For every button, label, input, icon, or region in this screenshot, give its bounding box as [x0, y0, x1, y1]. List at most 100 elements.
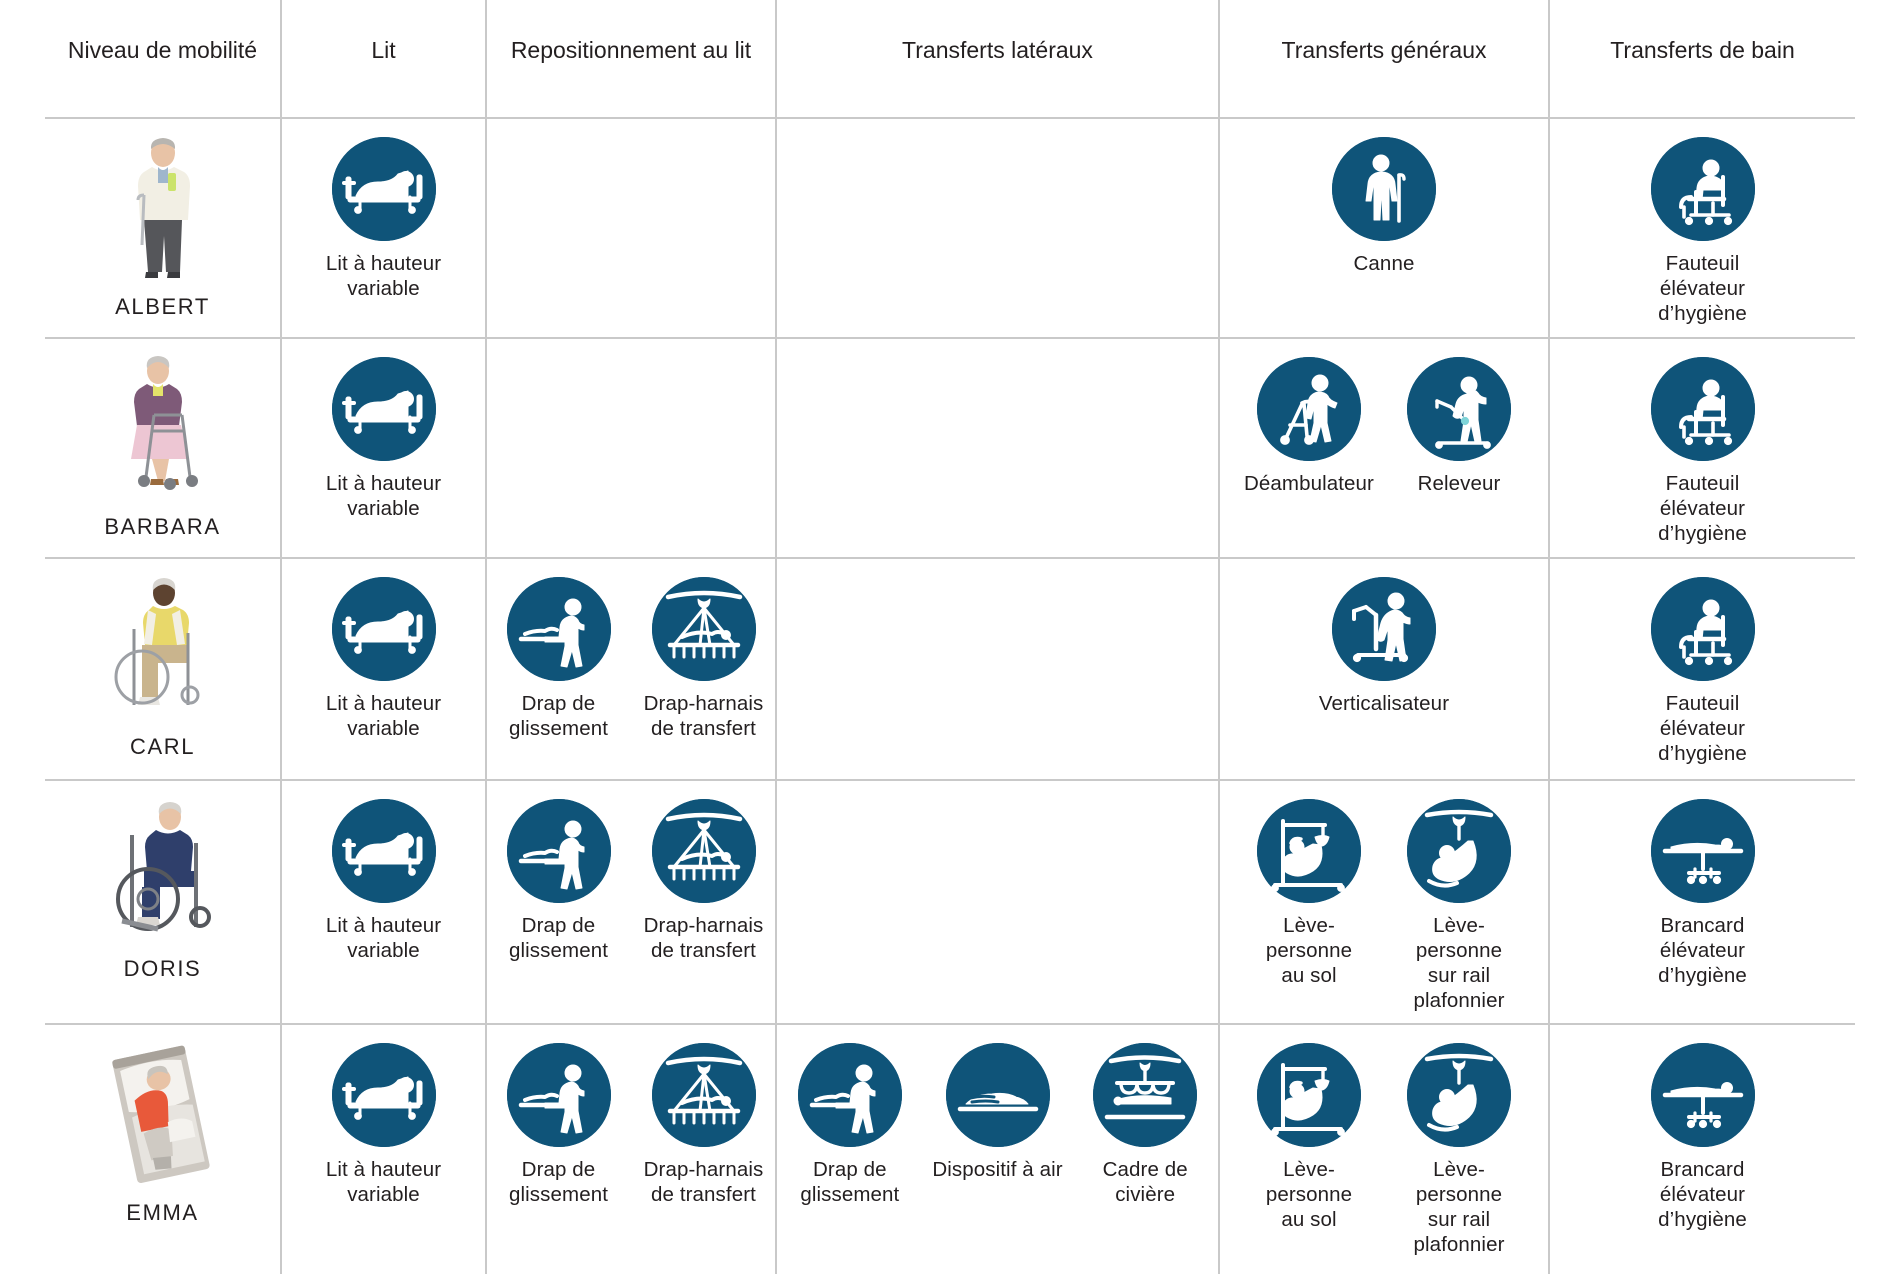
table-row: DORIS Lit à hauteur variable Drap de gli… — [45, 780, 1855, 1025]
repositioning-cell-emma: Drap de glissement Drap-harnais de trans… — [486, 1024, 777, 1274]
equipment-label: Drap de glissement — [800, 1158, 900, 1206]
hygiene-lift-stretcher-icon[interactable] — [1650, 799, 1755, 903]
equipment-item[interactable]: Lève-personne sur rail plafonnier — [1391, 1043, 1527, 1257]
floor-lift-icon[interactable] — [1257, 799, 1361, 903]
equipment-item[interactable]: Lit à hauteur variable — [316, 137, 452, 301]
transfer-sling-sheet-icon[interactable] — [651, 799, 756, 903]
mobility-cell-emma: EMMA — [45, 1024, 282, 1274]
floor-lift-icon[interactable] — [1257, 1043, 1361, 1147]
equipment-item[interactable]: Lit à hauteur variable — [316, 799, 452, 963]
equipment-item[interactable]: Fauteuil élévateur d’hygiène — [1635, 577, 1771, 766]
equipment-item[interactable]: Dispositif à air — [931, 1043, 1065, 1182]
rollator-walker-icon[interactable] — [1257, 357, 1361, 461]
equipment-item[interactable]: Lit à hauteur variable — [316, 577, 452, 741]
bed-cell-emma: Lit à hauteur variable — [281, 1024, 487, 1274]
equipment-item[interactable]: Fauteuil élévateur d’hygiène — [1635, 137, 1771, 326]
standing-lift-icon[interactable] — [1332, 577, 1436, 681]
general-transfers-cell-carl: Verticalisateur — [1219, 558, 1550, 781]
column-header-bath-transfers: Transferts de bain — [1549, 0, 1855, 119]
elderly-woman-with-rollator-photo — [108, 353, 218, 508]
equipment-label: Lit à hauteur variable — [325, 914, 442, 962]
person-name: ALBERT — [115, 294, 210, 319]
height-adjustable-bed-icon[interactable] — [331, 357, 436, 461]
equipment-label: Verticalisateur — [1318, 692, 1450, 715]
slide-sheet-icon[interactable] — [506, 1043, 611, 1147]
hygiene-lift-chair-icon[interactable] — [1650, 577, 1755, 681]
header-label: Transferts généraux — [1281, 36, 1487, 63]
person-name: BARBARA — [104, 514, 221, 539]
header-row: Niveau de mobilité Lit Repositionnement … — [45, 0, 1855, 119]
equipment-label: Drap de glissement — [509, 692, 608, 740]
equipment-label: Lève-personne sur rail plafonnier — [1413, 914, 1505, 1012]
equipment-item[interactable]: Drap-harnais de transfert — [638, 1043, 769, 1207]
equipment-label: Fauteuil élévateur d’hygiène — [1658, 692, 1747, 765]
equipment-item[interactable]: Drap de glissement — [783, 1043, 917, 1207]
walking-cane-icon[interactable] — [1332, 137, 1436, 241]
equipment-label: Cadre de civière — [1102, 1158, 1188, 1206]
transfer-sling-sheet-icon[interactable] — [651, 1043, 756, 1147]
height-adjustable-bed-icon[interactable] — [331, 577, 436, 681]
column-header-bed: Lit — [281, 0, 487, 119]
height-adjustable-bed-icon[interactable] — [331, 799, 436, 903]
equipment-item[interactable]: Drap-harnais de transfert — [638, 577, 769, 741]
equipment-item[interactable]: Lève- personne au sol — [1241, 1043, 1377, 1232]
equipment-label: Lit à hauteur variable — [325, 472, 442, 520]
lateral-transfers-cell-carl — [776, 558, 1220, 781]
equipment-item[interactable]: Lit à hauteur variable — [316, 357, 452, 521]
equipment-item[interactable]: Brancard élévateur d’hygiène — [1635, 1043, 1771, 1232]
repositioning-cell-doris: Drap de glissement Drap-harnais de trans… — [486, 780, 777, 1025]
equipment-item[interactable]: Lève- personne au sol — [1241, 799, 1377, 988]
slide-sheet-icon[interactable] — [797, 1043, 902, 1147]
lateral-transfers-cell-doris — [776, 780, 1220, 1025]
equipment-item[interactable]: Lève-personne sur rail plafonnier — [1391, 799, 1527, 1013]
repositioning-cell-albert — [486, 118, 777, 339]
equipment-label: Fauteuil élévateur d’hygiène — [1658, 472, 1747, 545]
lateral-transfers-cell-emma: Drap de glissement Dispositif à air Cadr… — [776, 1024, 1220, 1274]
equipment-item[interactable]: Drap de glissement — [493, 1043, 624, 1207]
stretcher-frame-icon[interactable] — [1093, 1043, 1198, 1147]
equipment-label: Lit à hauteur variable — [325, 692, 442, 740]
equipment-item[interactable]: Déambulateur — [1241, 357, 1377, 496]
ceiling-rail-lift-icon[interactable] — [1407, 799, 1511, 903]
table-header: Niveau de mobilité Lit Repositionnement … — [45, 0, 1855, 119]
slide-sheet-icon[interactable] — [506, 799, 611, 903]
slide-sheet-icon[interactable] — [506, 577, 611, 681]
equipment-item[interactable]: Fauteuil élévateur d’hygiène — [1635, 357, 1771, 546]
air-assisted-device-icon[interactable] — [945, 1043, 1050, 1147]
mobility-cell-doris: DORIS — [45, 780, 282, 1025]
equipment-label: Drap-harnais de transfert — [643, 914, 764, 962]
bath-transfers-cell-doris: Brancard élévateur d’hygiène — [1549, 780, 1855, 1025]
equipment-item[interactable]: Verticalisateur — [1316, 577, 1452, 716]
height-adjustable-bed-icon[interactable] — [331, 1043, 436, 1147]
bed-cell-barbara: Lit à hauteur variable — [281, 338, 487, 559]
equipment-item[interactable]: Drap de glissement — [493, 577, 624, 741]
man-in-wheelchair-photo — [108, 573, 218, 728]
hygiene-lift-chair-icon[interactable] — [1650, 137, 1755, 241]
hygiene-lift-stretcher-icon[interactable] — [1650, 1043, 1755, 1147]
person-name: EMMA — [126, 1200, 199, 1225]
elderly-woman-lying-in-bed-photo — [108, 1039, 218, 1194]
equipment-label: Drap de glissement — [509, 914, 608, 962]
hygiene-lift-chair-icon[interactable] — [1650, 357, 1755, 461]
ceiling-rail-lift-icon[interactable] — [1407, 1043, 1511, 1147]
equipment-item[interactable]: Drap-harnais de transfert — [638, 799, 769, 963]
person-name: CARL — [129, 734, 196, 759]
equipment-label: Drap-harnais de transfert — [643, 692, 764, 740]
transfer-sling-sheet-icon[interactable] — [651, 577, 756, 681]
general-transfers-cell-doris: Lève- personne au sol Lève-personne sur … — [1219, 780, 1550, 1025]
equipment-label: Lit à hauteur variable — [325, 252, 442, 300]
equipment-item[interactable]: Brancard élévateur d’hygiène — [1635, 799, 1771, 988]
header-label: Niveau de mobilité — [67, 36, 258, 63]
equipment-item[interactable]: Cadre de civière — [1078, 1043, 1212, 1207]
equipment-item[interactable]: Drap de glissement — [493, 799, 624, 963]
equipment-item[interactable]: Releveur — [1391, 357, 1527, 496]
bath-transfers-cell-emma: Brancard élévateur d’hygiène — [1549, 1024, 1855, 1274]
sit-to-stand-lifter-icon[interactable] — [1407, 357, 1511, 461]
equipment-item[interactable]: Canne — [1316, 137, 1452, 276]
equipment-table: Niveau de mobilité Lit Repositionnement … — [45, 0, 1855, 1274]
equipment-item[interactable]: Lit à hauteur variable — [316, 1043, 452, 1207]
bath-transfers-cell-barbara: Fauteuil élévateur d’hygiène — [1549, 338, 1855, 559]
table-body: ALBERT Lit à hauteur variable Canne Faut… — [45, 118, 1855, 1274]
height-adjustable-bed-icon[interactable] — [331, 137, 436, 241]
mobility-equipment-matrix: Niveau de mobilité Lit Repositionnement … — [0, 0, 1900, 1274]
